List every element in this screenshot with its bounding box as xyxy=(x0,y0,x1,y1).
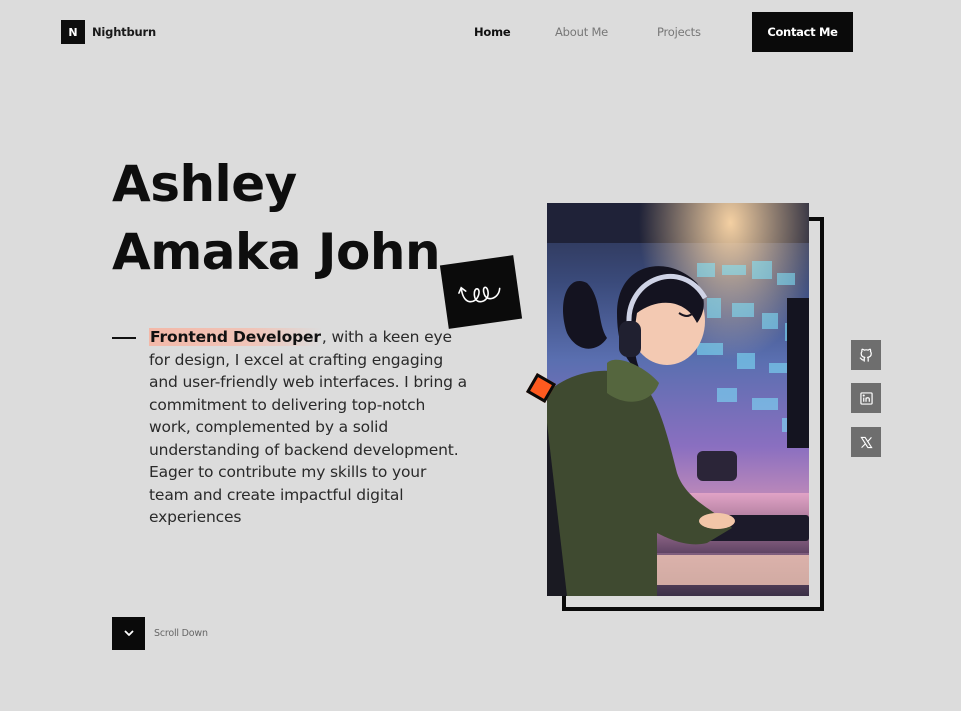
linkedin-link[interactable] xyxy=(851,383,881,413)
brand[interactable]: N Nightburn xyxy=(61,20,156,44)
chevron-down-icon xyxy=(124,630,133,636)
nav-about-link[interactable]: About Me xyxy=(555,25,608,39)
github-icon xyxy=(859,348,872,362)
linkedin-icon xyxy=(859,391,873,405)
hero-bio-text: , with a keen eye for design, I excel at… xyxy=(149,328,467,526)
github-link[interactable] xyxy=(851,340,881,370)
x-link[interactable] xyxy=(851,427,881,457)
brand-name: Nightburn xyxy=(92,25,156,39)
hero-name-line1: Ashley xyxy=(112,155,297,213)
spring-doodle-icon xyxy=(439,255,523,329)
hero-illustration xyxy=(547,203,809,596)
scroll-down-label: Scroll Down xyxy=(154,628,208,639)
nav-home-link[interactable]: Home xyxy=(474,25,511,39)
brand-logo-icon: N xyxy=(61,20,85,44)
hero-bio: Frontend Developer, with a keen eye for … xyxy=(149,326,469,529)
contact-button[interactable]: Contact Me xyxy=(752,12,853,52)
hero-role: Frontend Developer xyxy=(149,328,322,346)
scroll-down-button[interactable] xyxy=(112,617,145,650)
nav-projects-link[interactable]: Projects xyxy=(657,25,701,39)
bio-dash xyxy=(112,337,136,339)
hero-name: Ashley Amaka John xyxy=(112,150,441,286)
hero-name-line2: Amaka John xyxy=(112,223,441,281)
x-icon xyxy=(859,436,873,448)
